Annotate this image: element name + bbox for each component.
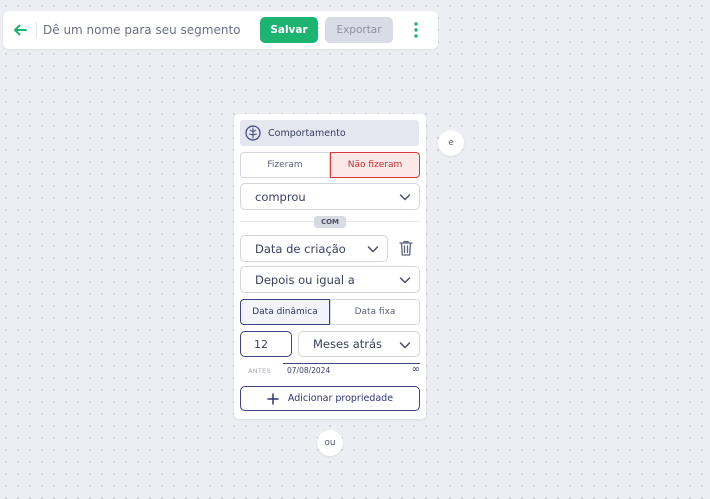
- unit-select[interactable]: Meses atrás: [298, 331, 420, 357]
- did-toggle: Fizeram Não fizeram: [240, 152, 420, 178]
- date-type-toggle: Data dinâmica Data fixa: [240, 299, 420, 325]
- range-line: [283, 363, 420, 364]
- chevron-down-icon: [367, 246, 379, 253]
- amount-input[interactable]: [240, 331, 292, 357]
- card-title: Comportamento: [268, 127, 346, 139]
- arrow-left-icon[interactable]: [11, 21, 29, 39]
- toggle-did-not[interactable]: Não fizeram: [330, 152, 420, 178]
- and-connector[interactable]: e: [438, 130, 464, 156]
- property-select[interactable]: Data de criação: [240, 235, 388, 262]
- operator-select-value: Depois ou igual a: [255, 272, 355, 287]
- toolbar-divider: [36, 22, 37, 38]
- chevron-down-icon: [399, 194, 411, 201]
- kebab-menu-icon[interactable]: [406, 21, 426, 39]
- property-select-value: Data de criação: [255, 241, 346, 256]
- plus-icon: [267, 392, 279, 405]
- toggle-dynamic-date[interactable]: Data dinâmica: [240, 299, 330, 325]
- card-header: Comportamento: [240, 120, 419, 146]
- range-end-infinity: ∞: [411, 364, 420, 375]
- chevron-down-icon: [399, 342, 411, 349]
- add-property-label: Adicionar propriedade: [287, 393, 394, 404]
- toggle-fixed-date[interactable]: Data fixa: [330, 299, 420, 325]
- before-label: ANTES: [248, 367, 272, 375]
- unit-select-value: Meses atrás: [313, 337, 383, 351]
- event-select-value: comprou: [255, 189, 306, 204]
- range-start-date: 07/08/2024: [287, 366, 331, 375]
- export-button[interactable]: Exportar: [325, 17, 393, 43]
- date-range-preview: ANTES 07/08/2024 ∞: [240, 363, 420, 379]
- chevron-down-icon: [399, 277, 411, 284]
- event-select[interactable]: comprou: [240, 183, 420, 210]
- with-badge: COM: [314, 216, 346, 228]
- brain-icon: [245, 125, 261, 141]
- behavior-condition-card: Comportamento Fizeram Não fizeram compro…: [234, 114, 426, 419]
- or-connector[interactable]: ou: [317, 430, 343, 456]
- trash-icon[interactable]: [398, 239, 414, 257]
- operator-select[interactable]: Depois ou igual a: [240, 266, 420, 293]
- segment-toolbar: Salvar Exportar: [3, 11, 438, 49]
- save-button[interactable]: Salvar: [260, 17, 318, 43]
- add-property-button[interactable]: Adicionar propriedade: [240, 386, 420, 411]
- toggle-did[interactable]: Fizeram: [240, 152, 330, 178]
- segment-name-input[interactable]: [43, 18, 253, 42]
